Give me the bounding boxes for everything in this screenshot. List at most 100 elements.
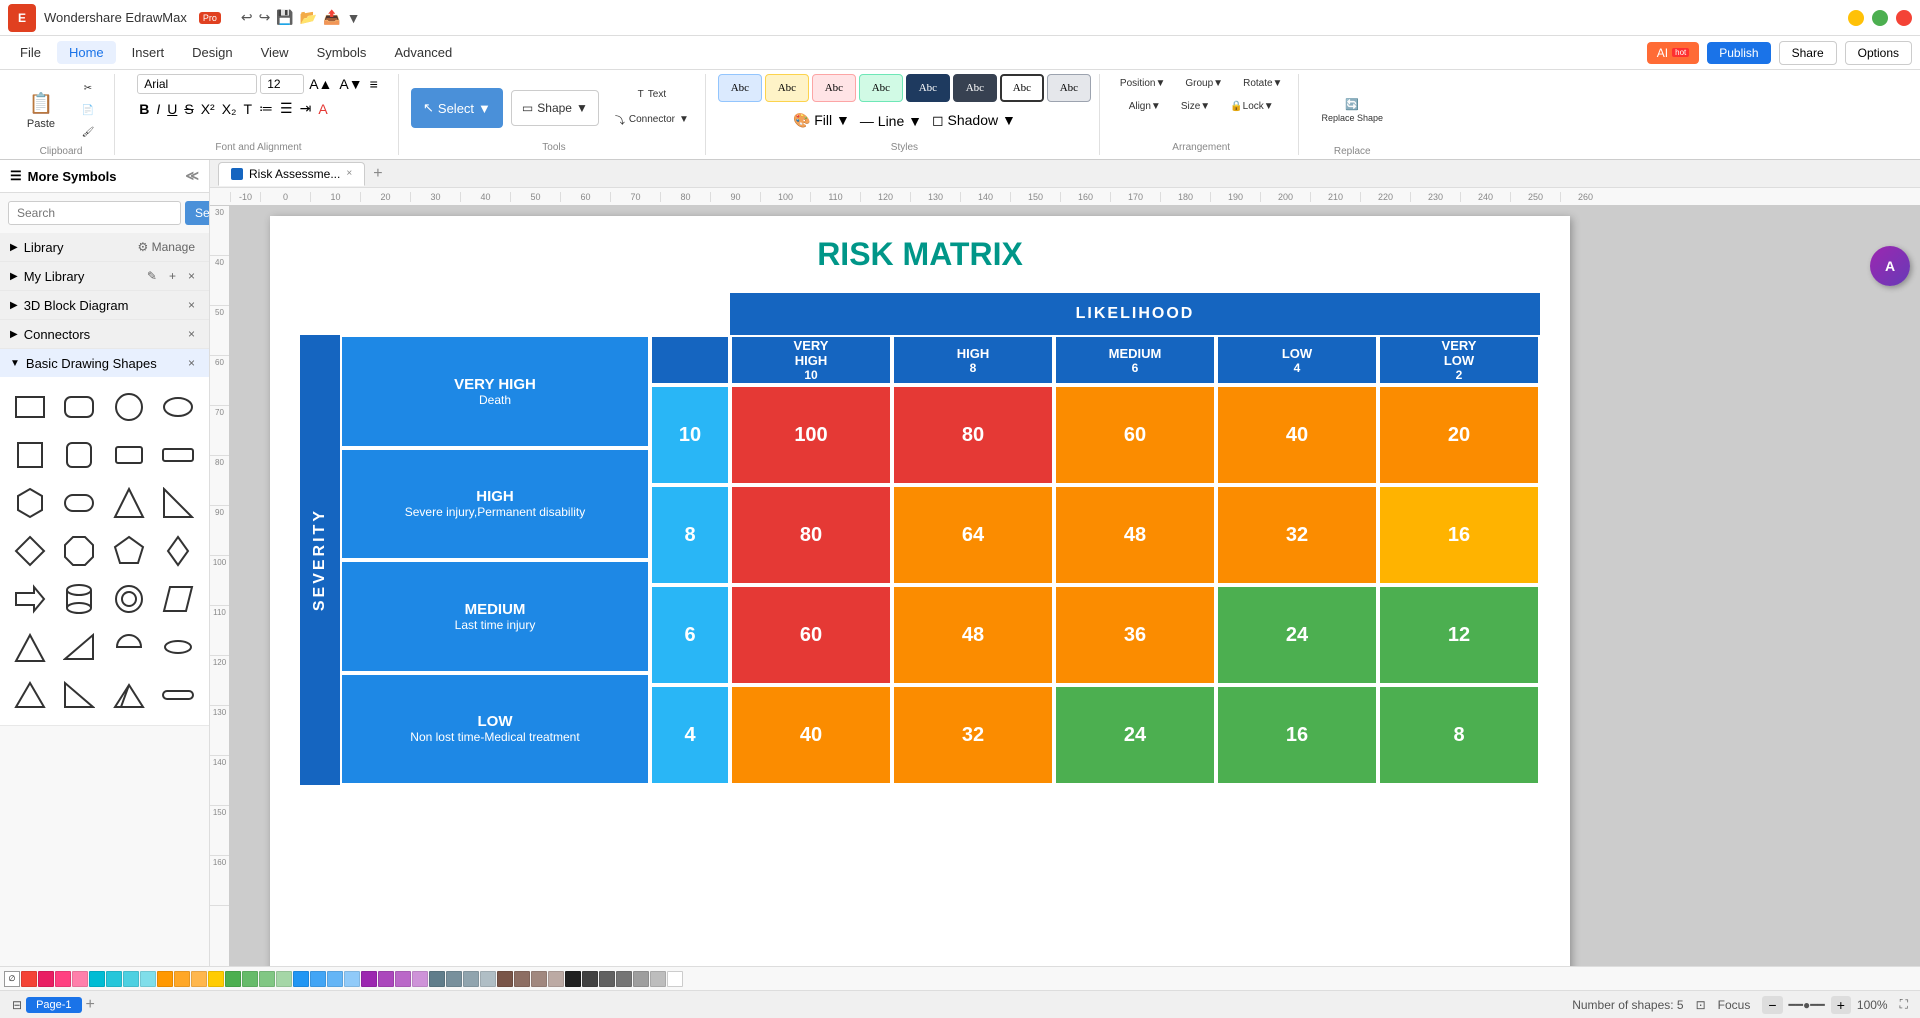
search-button[interactable]: Search — [185, 201, 210, 225]
color-slate[interactable] — [429, 971, 445, 987]
shape-rounded-rect2[interactable] — [57, 481, 101, 525]
fullscreen-icon[interactable]: ⛶ — [1900, 997, 1908, 1012]
tab-risk-assessment[interactable]: Risk Assessme... × — [218, 162, 365, 186]
fill-icon[interactable]: 🎨 Fill ▼ — [791, 110, 852, 131]
strikethrough-icon[interactable]: S — [182, 99, 195, 119]
close-button[interactable] — [1896, 10, 1912, 26]
tab-close-icon[interactable]: × — [346, 168, 352, 179]
color-light-gray[interactable] — [633, 971, 649, 987]
undo-icon[interactable]: ↩ — [241, 9, 253, 26]
page-tab-1[interactable]: Page-1 — [26, 997, 81, 1013]
color-purple[interactable] — [361, 971, 377, 987]
align-button[interactable]: Align▼ — [1121, 97, 1169, 116]
shape-circle-ring[interactable] — [107, 577, 151, 621]
color-mint[interactable] — [276, 971, 292, 987]
my-lib-add-icon[interactable]: + — [165, 268, 180, 284]
menu-insert[interactable]: Insert — [120, 41, 177, 64]
ai-button[interactable]: AI hot — [1647, 42, 1699, 64]
3d-close-icon[interactable]: × — [184, 297, 199, 313]
sidebar-collapse-button[interactable]: ≪ — [185, 168, 199, 184]
shadow-icon[interactable]: ◻ Shadow ▼ — [930, 110, 1018, 131]
share-button[interactable]: Share — [1779, 41, 1837, 65]
shape-rounded-rect[interactable] — [57, 385, 101, 429]
publish-button[interactable]: Publish — [1707, 42, 1770, 64]
menu-design[interactable]: Design — [180, 41, 244, 64]
shape-square[interactable] — [8, 433, 52, 477]
my-library-header[interactable]: ▶ My Library ✎ + × — [0, 262, 209, 290]
copy-button[interactable]: 📄 — [70, 101, 106, 120]
shape-isosceles[interactable] — [8, 625, 52, 669]
shape-half-circle[interactable] — [107, 625, 151, 669]
shape-rounded-btn[interactable] — [156, 673, 200, 717]
replace-shape-button[interactable]: 🔄 Replace Shape — [1311, 74, 1393, 146]
shape-tri3[interactable] — [107, 673, 151, 717]
cut-button[interactable]: ✂ — [70, 79, 106, 98]
color-lavender[interactable] — [395, 971, 411, 987]
style-swatch-3[interactable]: Abc — [812, 74, 856, 102]
color-peach[interactable] — [191, 971, 207, 987]
font-color-icon[interactable]: A — [316, 99, 329, 119]
color-dark-gray[interactable] — [582, 971, 598, 987]
shape-hexagon[interactable] — [8, 481, 52, 525]
shape-button[interactable]: ▭ Shape ▼ — [511, 90, 599, 126]
bullet-icon[interactable]: ≔ — [257, 98, 275, 119]
color-orange[interactable] — [157, 971, 173, 987]
redo-icon[interactable]: ↪ — [259, 9, 271, 26]
color-black[interactable] — [565, 971, 581, 987]
font-size-input[interactable] — [260, 74, 304, 94]
color-pale-blue[interactable] — [344, 971, 360, 987]
minimize-button[interactable] — [1848, 10, 1864, 26]
color-brown[interactable] — [497, 971, 513, 987]
color-pale-gray[interactable] — [650, 971, 666, 987]
shape-pentagon[interactable] — [107, 529, 151, 573]
color-pink[interactable] — [55, 971, 71, 987]
color-red[interactable] — [21, 971, 37, 987]
color-gray[interactable] — [599, 971, 615, 987]
decrease-font-icon[interactable]: A▼ — [337, 74, 364, 94]
basic-shapes-header[interactable]: ▼ Basic Drawing Shapes × — [0, 349, 209, 377]
color-light-slate[interactable] — [463, 971, 479, 987]
color-tan[interactable] — [548, 971, 564, 987]
italic-icon[interactable]: I — [154, 99, 162, 119]
color-light-blue[interactable] — [310, 971, 326, 987]
shape-oval[interactable] — [156, 385, 200, 429]
color-white[interactable] — [667, 971, 683, 987]
3d-block-header[interactable]: ▶ 3D Block Diagram × — [0, 291, 209, 319]
color-yellow[interactable] — [208, 971, 224, 987]
select-button[interactable]: ↖ Select ▼ — [411, 88, 503, 128]
text-format-icon[interactable]: T — [241, 99, 254, 119]
style-swatch-8[interactable]: Abc — [1047, 74, 1091, 102]
color-medium-slate[interactable] — [446, 971, 462, 987]
shape-rounded-square[interactable] — [57, 433, 101, 477]
color-pale-green[interactable] — [259, 971, 275, 987]
shape-diamond[interactable] — [8, 529, 52, 573]
focus-button[interactable]: Focus — [1718, 998, 1751, 1012]
shape-rect-outline[interactable] — [107, 433, 151, 477]
rotate-button[interactable]: Rotate▼ — [1235, 74, 1290, 93]
page-layout-icon[interactable]: ⊟ — [12, 998, 22, 1012]
style-swatch-7[interactable]: Abc — [1000, 74, 1044, 102]
open-icon[interactable]: 📂 — [300, 9, 317, 26]
font-family-input[interactable] — [137, 74, 257, 94]
no-fill-swatch[interactable]: ∅ — [4, 971, 20, 987]
user-avatar[interactable]: A — [1870, 246, 1910, 286]
paste-button[interactable]: 📋 Paste — [16, 74, 66, 146]
shape-rectangle[interactable] — [8, 385, 52, 429]
basic-shapes-close-icon[interactable]: × — [184, 355, 199, 371]
shape-wave[interactable] — [156, 625, 200, 669]
connectors-header[interactable]: ▶ Connectors × — [0, 320, 209, 348]
color-light-brown[interactable] — [531, 971, 547, 987]
fit-icon[interactable]: ⊡ — [1696, 998, 1706, 1012]
align-icon[interactable]: ≡ — [368, 74, 380, 94]
color-light-orange[interactable] — [174, 971, 190, 987]
color-medium-gray[interactable] — [616, 971, 632, 987]
format-painter-button[interactable]: 🖌 — [70, 123, 106, 142]
indent-icon[interactable]: ⇥ — [298, 98, 314, 119]
manage-button[interactable]: ⚙ Manage — [134, 239, 199, 255]
color-medium-purple[interactable] — [378, 971, 394, 987]
style-swatch-5[interactable]: Abc — [906, 74, 950, 102]
menu-symbols[interactable]: Symbols — [305, 41, 379, 64]
color-cyan[interactable] — [89, 971, 105, 987]
color-light-pink[interactable] — [72, 971, 88, 987]
my-lib-close-icon[interactable]: × — [184, 268, 199, 284]
